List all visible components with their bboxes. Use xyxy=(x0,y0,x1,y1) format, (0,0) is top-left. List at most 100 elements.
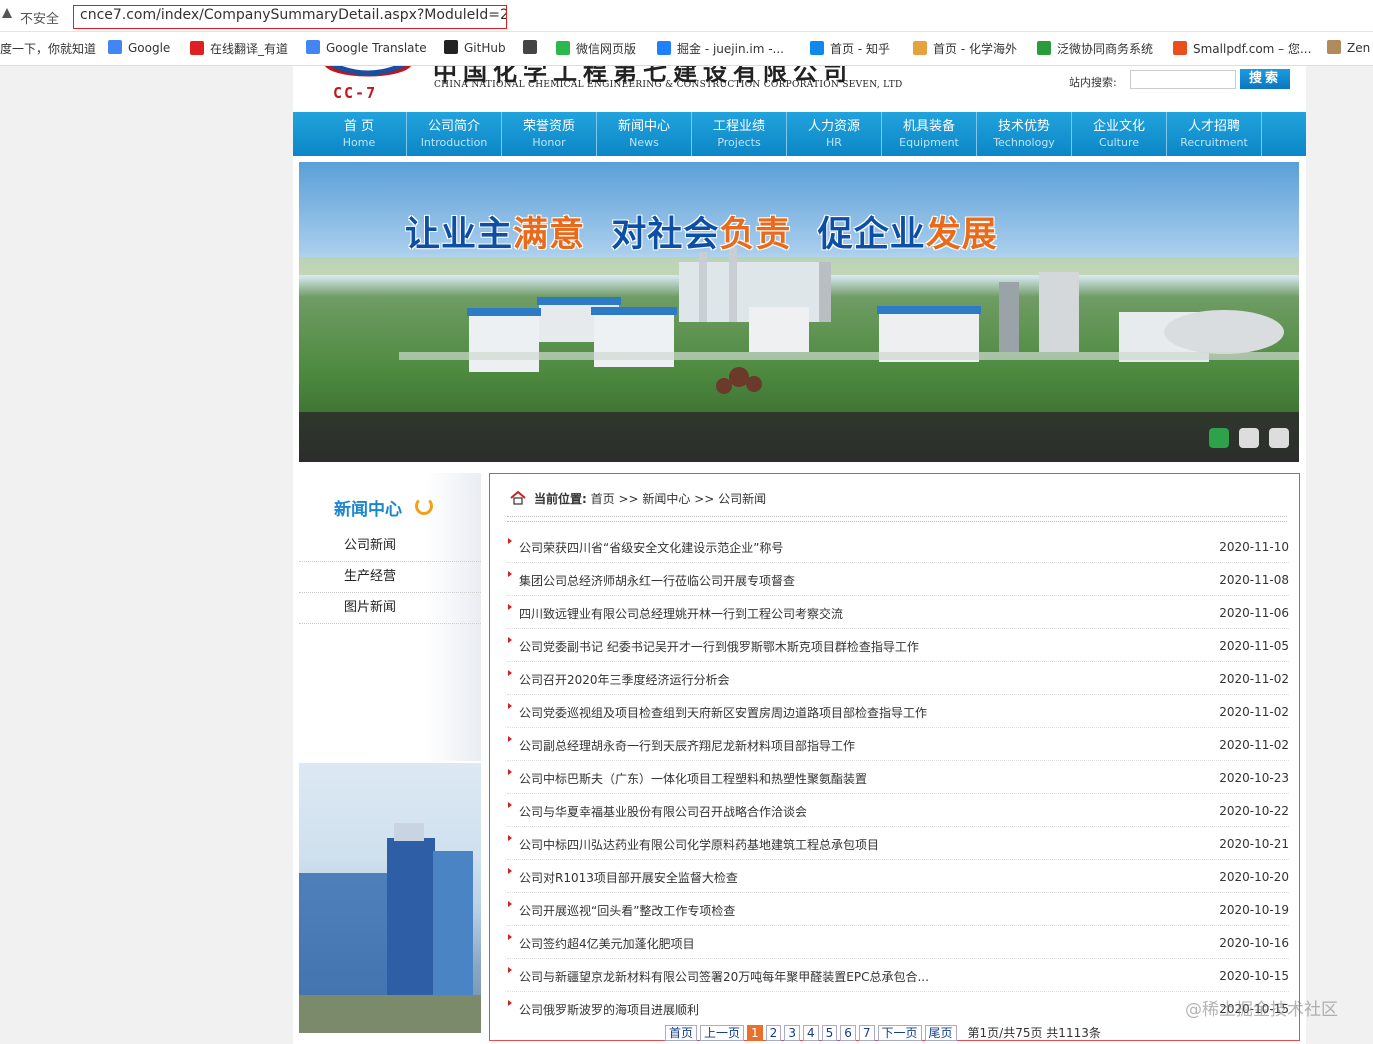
news-row: 公司党委副书记 纪委书记吴开才一行到俄罗斯鄂木斯克项目群检查指导工作 2020-1… xyxy=(507,629,1289,662)
page-link-3[interactable]: 3 xyxy=(784,1024,800,1041)
news-title-link[interactable]: 公司中标巴斯夫（广东）一体化项目工程塑料和热塑性聚氨酯装置 xyxy=(519,770,867,787)
bookmark-1[interactable]: Google xyxy=(108,40,170,55)
page-link-6[interactable]: 6 xyxy=(840,1024,856,1041)
nav-item-hr[interactable]: 人力资源 HR xyxy=(787,112,882,156)
breadcrumb-label: 当前位置: xyxy=(534,492,587,506)
nav-label-en: Introduction xyxy=(420,136,488,149)
nav-label-cn: 新闻中心 xyxy=(617,119,670,134)
nav-item-news[interactable]: 新闻中心 News xyxy=(597,112,692,156)
bullet-icon xyxy=(508,703,512,709)
page-link-4[interactable]: 4 xyxy=(802,1024,819,1041)
bookmark-6[interactable]: 微信网页版 xyxy=(556,40,636,57)
nav-item-home[interactable]: 首 页 Home xyxy=(312,112,407,156)
news-title-link[interactable]: 公司俄罗斯波罗的海项目进展顺利 xyxy=(519,1001,699,1018)
news-list-panel: 当前位置: 首页 >> 新闻中心 >> 公司新闻 公司荣获四川省“省级安全文化建… xyxy=(489,473,1300,1041)
nav-item-honor[interactable]: 荣誉资质 Honor xyxy=(502,112,597,156)
bookmark-label: GitHub xyxy=(464,41,506,55)
bullet-icon xyxy=(508,736,512,742)
bookmark-11[interactable]: Smallpdf.com – 您... xyxy=(1173,40,1311,57)
slide-dot-3[interactable] xyxy=(1269,428,1289,448)
bookmark-2[interactable]: 在线翻译_有道 xyxy=(190,40,288,57)
slogan-part: 让业主 xyxy=(405,214,514,255)
bookmark-3[interactable]: Google Translate xyxy=(306,40,427,55)
nav-label-cn: 机具装备 xyxy=(902,119,955,134)
bookmark-label: Google xyxy=(128,41,171,55)
bookmark-9[interactable]: 首页 - 化学海外 xyxy=(913,40,1017,57)
nav-item-equipment[interactable]: 机具装备 Equipment xyxy=(882,112,977,156)
slide-dot-1[interactable] xyxy=(1209,428,1229,448)
bookmark-favicon-icon xyxy=(1327,40,1341,54)
bookmark-4[interactable]: GitHub xyxy=(444,40,506,55)
bookmark-12[interactable]: Zen xyxy=(1327,40,1370,55)
news-row: 公司签约超4亿美元加蓬化肥项目 2020-10-16 xyxy=(507,926,1289,959)
bookmark-label: 微信网页版 xyxy=(576,42,637,56)
bookmark-label: Zen xyxy=(1347,41,1371,55)
bookmark-0[interactable]: 度一下，你就知道 xyxy=(0,40,96,57)
nav-item-technology[interactable]: 技术优势 Technology xyxy=(977,112,1072,156)
nav-item-introduction[interactable]: 公司简介 Introduction xyxy=(407,112,502,156)
page-link-5[interactable]: 5 xyxy=(821,1024,838,1041)
site-search-input[interactable] xyxy=(1130,70,1236,89)
bullet-icon xyxy=(508,604,512,610)
sidebar-item-3[interactable]: 图片新闻 xyxy=(299,593,481,624)
bookmark-5[interactable] xyxy=(523,40,543,55)
url-field[interactable]: cnce7.com/index/CompanySummaryDetail.asp… xyxy=(73,5,507,29)
news-title-link[interactable]: 公司召开2020年三季度经济运行分析会 xyxy=(519,671,730,688)
banner-slogan: 让业主满意 对社会负责 促企业发展 xyxy=(405,206,998,257)
search-button[interactable]: 搜索 xyxy=(1240,69,1290,89)
nav-label-cn: 工程业绩 xyxy=(712,119,765,134)
pagination: 首页 上一页 1 2 3 4 5 6 7 下一页 尾页 第1页/共75页 共1113条 xyxy=(665,1024,1101,1041)
bookmark-favicon-icon xyxy=(1173,41,1187,55)
news-title-link[interactable]: 公司荣获四川省“省级安全文化建设示范企业”称号 xyxy=(519,539,783,556)
news-title-link[interactable]: 集团公司总经济师胡永红一行莅临公司开展专项督查 xyxy=(519,572,795,589)
bookmark-favicon-icon xyxy=(190,41,204,55)
sidebar-item-2[interactable]: 生产经营 xyxy=(299,562,481,593)
news-title-link[interactable]: 公司党委巡视组及项目检查组到天府新区安置房周边道路项目部检查指导工作 xyxy=(519,704,927,721)
bookmark-7[interactable]: 掘金 - juejin.im -... xyxy=(657,40,784,57)
last-page-link[interactable]: 尾页 xyxy=(924,1024,957,1041)
page-link-7[interactable]: 7 xyxy=(858,1024,875,1041)
nav-item-projects[interactable]: 工程业绩 Projects xyxy=(692,112,787,156)
sidebar-item-1[interactable]: 公司新闻 xyxy=(299,531,481,562)
news-title-link[interactable]: 四川致远锂业有限公司总经理姚开林一行到工程公司考察交流 xyxy=(519,605,843,622)
news-title-link[interactable]: 公司对R1013项目部开展安全监督大检查 xyxy=(519,869,738,886)
slide-dot-2[interactable] xyxy=(1239,428,1259,448)
bookmark-label: 首页 - 化学海外 xyxy=(933,42,1017,56)
sidebar: 新闻中心 公司新闻 生产经营 图片新闻 xyxy=(299,473,481,1037)
news-date: 2020-11-08 xyxy=(1219,573,1289,587)
news-date: 2020-11-02 xyxy=(1219,705,1289,719)
page-link-1[interactable]: 1 xyxy=(747,1024,763,1041)
nav-label-en: Culture xyxy=(1098,136,1140,149)
address-bar: 不安全 cnce7.com/index/CompanySummaryDetail… xyxy=(0,0,1373,32)
hero-banner: 让业主满意 对社会负责 促企业发展 xyxy=(299,162,1299,462)
news-row: 集团公司总经济师胡永红一行莅临公司开展专项督查 2020-11-08 xyxy=(507,563,1289,596)
news-title-link[interactable]: 公司中标四川弘达药业有限公司化学原料药基地建筑工程总承包项目 xyxy=(519,836,879,853)
news-title-link[interactable]: 公司副总经理胡永奇一行到天辰齐翔尼龙新材料项目部指导工作 xyxy=(519,737,855,754)
slogan-part: 负责 xyxy=(719,214,792,255)
news-title-link[interactable]: 公司签约超4亿美元加蓬化肥项目 xyxy=(519,935,695,952)
news-date: 2020-10-20 xyxy=(1219,870,1289,884)
nav-item-culture[interactable]: 企业文化 Culture xyxy=(1072,112,1167,156)
news-date: 2020-11-10 xyxy=(1219,540,1289,554)
next-page-link[interactable]: 下一页 xyxy=(877,1024,922,1041)
prev-page-link[interactable]: 上一页 xyxy=(700,1024,745,1041)
news-title-link[interactable]: 公司党委副书记 纪委书记吴开才一行到俄罗斯鄂木斯克项目群检查指导工作 xyxy=(519,638,919,655)
nav-item-recruitment[interactable]: 人才招聘 Recruitment xyxy=(1167,112,1262,156)
nav-label-cn: 首 页 xyxy=(343,119,375,134)
refresh-icon xyxy=(415,497,433,515)
page-link-2[interactable]: 2 xyxy=(765,1024,782,1041)
nav-label-cn: 人力资源 xyxy=(807,119,860,134)
insecure-label[interactable]: 不安全 xyxy=(20,8,59,27)
news-title-link[interactable]: 公司与华夏幸福基业股份有限公司召开战略合作洽谈会 xyxy=(519,803,807,820)
bookmark-10[interactable]: 泛微协同商务系统 xyxy=(1037,40,1153,57)
bullet-icon xyxy=(508,835,512,841)
news-title-link[interactable]: 公司与新疆望京龙新材料有限公司签署20万吨每年聚甲醛装置EPC总承包合... xyxy=(519,968,929,985)
breadcrumb-path[interactable]: 首页 >> 新闻中心 >> 公司新闻 xyxy=(591,492,766,506)
bullet-icon xyxy=(508,1000,512,1006)
news-row: 公司中标巴斯夫（广东）一体化项目工程塑料和热塑性聚氨酯装置 2020-10-23 xyxy=(507,761,1289,794)
bookmark-8[interactable]: 首页 - 知乎 xyxy=(810,40,890,57)
watermark: @稀土掘金技术社区 xyxy=(1185,1000,1338,1020)
breadcrumb: 当前位置: 首页 >> 新闻中心 >> 公司新闻 xyxy=(510,490,766,507)
first-page-link[interactable]: 首页 xyxy=(665,1024,698,1041)
news-title-link[interactable]: 公司开展巡视“回头看”整改工作专项检查 xyxy=(519,902,735,919)
